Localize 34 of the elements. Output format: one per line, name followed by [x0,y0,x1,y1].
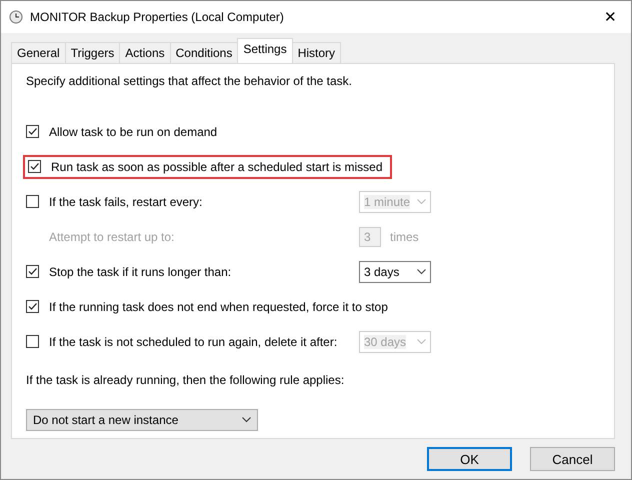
close-button[interactable]: ✕ [598,8,623,26]
checkbox-label: Allow task to be run on demand [49,124,218,138]
checkbox-label: If the running task does not end when requested, force it to stop [49,300,388,314]
tab[interactable]: Settings [237,38,293,63]
checkbox[interactable] [26,125,39,138]
checkbox[interactable] [26,265,39,278]
checkmark-icon [27,266,38,277]
checkmark-icon [29,161,40,172]
dropdown[interactable]: 3 days [359,260,431,282]
caret-icon [242,417,251,423]
checkmark-icon [27,301,38,312]
checkbox[interactable] [26,335,39,348]
tab[interactable]: History [292,42,342,63]
caret-icon [417,268,426,274]
field-label: Attempt to restart up to: [49,230,174,244]
window-title: MONITOR Backup Properties (Local Computer) [30,10,284,24]
checkbox[interactable] [28,160,41,173]
dropdown[interactable]: Do not start a new instance [26,409,258,431]
checkbox[interactable] [26,300,39,313]
checkmark-icon [27,126,38,137]
checkbox-label: Run task as soon as possible after a scheduled start is missed [51,160,382,174]
description-text: Specify additional settings that affect the behavior of the task. [26,74,353,90]
cancel-button[interactable]: Cancel [530,447,615,471]
unit-label: times [390,230,419,244]
checkbox-label: If the task fails, restart every: [49,194,202,208]
checkbox[interactable] [26,195,39,208]
checkbox-label: Stop the task if it runs longer than: [49,264,232,278]
checkbox-label: If the task is not scheduled to run again, delete it after: [49,334,338,348]
tab[interactable]: General [11,42,66,63]
caret-icon [417,198,426,204]
ok-button[interactable]: OK [427,447,512,471]
caret-icon [417,338,426,344]
clock-icon [9,10,23,24]
rule-label: If the task is already running, then the following rule applies: [26,373,346,387]
